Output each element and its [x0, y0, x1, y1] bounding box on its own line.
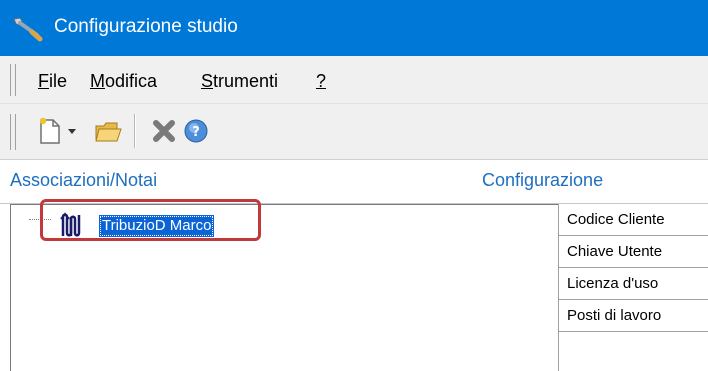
menubar-grip[interactable]: [10, 64, 16, 96]
config-row-codice-cliente[interactable]: Codice Cliente: [559, 204, 708, 236]
help-button[interactable]: ?: [180, 114, 212, 148]
configurazione-grid: Codice Cliente Chiave Utente Licenza d'u…: [558, 204, 708, 371]
menu-strumenti[interactable]: Strumenti: [201, 71, 278, 92]
new-dropdown-button[interactable]: [64, 114, 80, 148]
delete-icon: [153, 120, 175, 142]
menu-modifica-label: odifica: [105, 71, 158, 91]
svg-text:?: ?: [192, 125, 200, 140]
title-bar: Configurazione studio: [0, 0, 708, 56]
menu-modifica-accelerator: M: [90, 71, 105, 91]
toolbar: ?: [0, 104, 708, 160]
window-title: Configurazione studio: [54, 16, 238, 37]
highlight-annotation: [40, 199, 261, 241]
toolbar-separator: [134, 114, 136, 148]
menu-help-accelerator: ?: [316, 71, 327, 91]
config-row-licenza-uso[interactable]: Licenza d'uso: [559, 268, 708, 300]
wrench-icon: [13, 17, 43, 42]
delete-button[interactable]: [148, 114, 180, 148]
menu-file[interactable]: File: [38, 71, 67, 92]
open-button[interactable]: [92, 114, 124, 148]
toolbar-grip[interactable]: [10, 114, 16, 150]
menu-file-label: ile: [49, 71, 68, 91]
config-row-chiave-utente[interactable]: Chiave Utente: [559, 236, 708, 268]
new-document-icon: [39, 117, 60, 144]
new-button[interactable]: [34, 114, 66, 148]
menu-modifica[interactable]: Modifica: [90, 71, 157, 92]
menu-file-accelerator: F: [38, 71, 49, 91]
config-row-posti-di-lavoro[interactable]: Posti di lavoro: [559, 300, 708, 332]
dropdown-arrow-icon: [68, 129, 76, 134]
open-folder-icon: [95, 122, 122, 142]
menu-strumenti-accelerator: S: [201, 71, 214, 91]
help-icon: ?: [184, 119, 208, 143]
menu-bar: File Modifica Strumenti ?: [0, 56, 708, 104]
menu-help[interactable]: ?: [316, 71, 326, 92]
menu-strumenti-label: trumenti: [213, 71, 279, 91]
